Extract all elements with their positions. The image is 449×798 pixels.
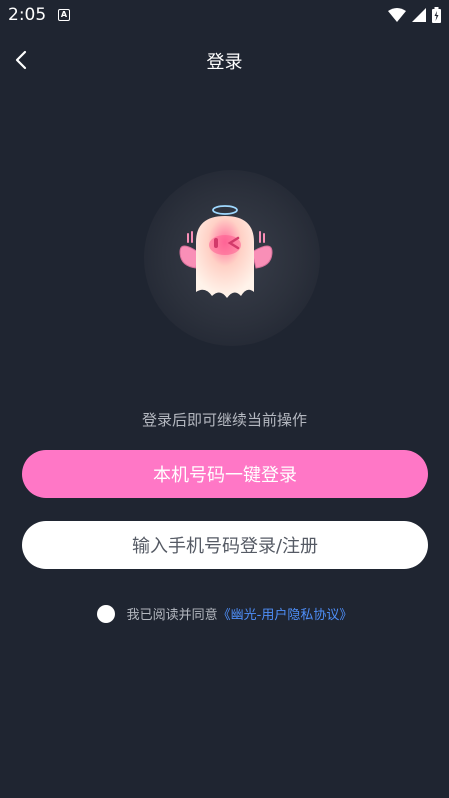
login-hint: 登录后即可继续当前操作: [141, 411, 307, 429]
agreement-row: 我已阅读并同意 《幽光-用户隐私协议》: [0, 604, 449, 623]
signal-icon: [412, 8, 426, 22]
phone-login-label: 输入手机号码登录/注册: [131, 536, 319, 557]
wifi-icon: [388, 8, 406, 22]
header: 登录: [0, 40, 449, 80]
agreement-text: 我已阅读并同意: [126, 608, 218, 623]
notification-icon: A: [58, 9, 70, 21]
ghost-angel-icon: [179, 205, 273, 298]
status-bar: 2:05 A: [0, 0, 449, 32]
phone-login-button[interactable]: 输入手机号码登录/注册: [22, 521, 428, 569]
agree-radio[interactable]: [96, 604, 115, 623]
one-click-login-label: 本机号码一键登录: [153, 465, 297, 486]
mascot-halo: [144, 170, 320, 346]
battery-icon: [432, 7, 441, 23]
one-click-login-button[interactable]: 本机号码一键登录: [22, 450, 428, 498]
status-icons: [388, 7, 441, 23]
page-title: 登录: [206, 52, 243, 73]
status-time: 2:05: [8, 5, 47, 25]
privacy-policy-link[interactable]: 《幽光-用户隐私协议》: [218, 604, 353, 623]
